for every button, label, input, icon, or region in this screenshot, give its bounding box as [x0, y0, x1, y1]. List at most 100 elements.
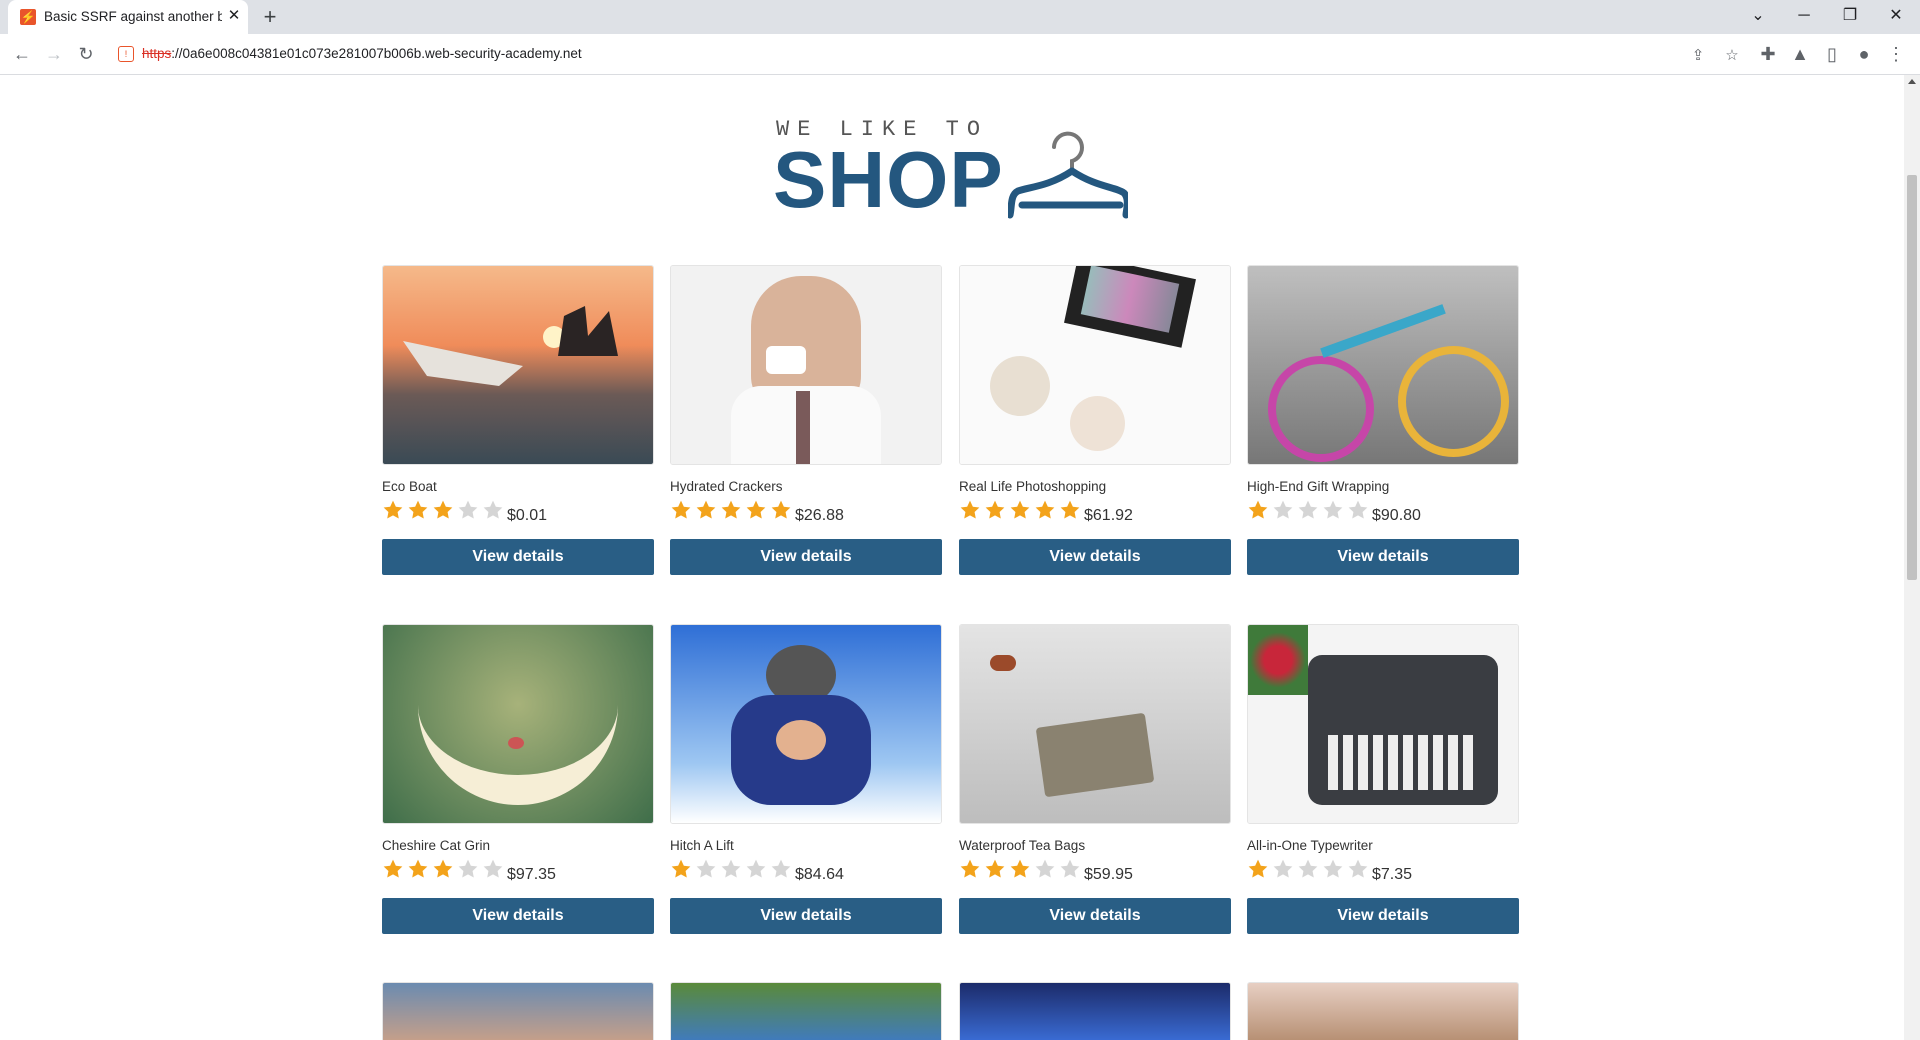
star-filled-icon [984, 858, 1006, 880]
profile-avatar-icon[interactable]: ● [1852, 42, 1876, 66]
reload-icon[interactable]: ↻ [74, 42, 98, 66]
product-name: Real Life Photoshopping [959, 479, 1107, 494]
star-empty-icon [745, 858, 767, 880]
scroll-up-arrow-icon[interactable] [1908, 79, 1916, 84]
view-details-button[interactable]: View details [1247, 898, 1519, 934]
share-icon[interactable]: ⇪ [1688, 46, 1708, 66]
product-name: Eco Boat [382, 479, 437, 494]
forward-icon[interactable]: → [42, 42, 66, 66]
product-image[interactable] [670, 982, 942, 1040]
product-image[interactable] [959, 265, 1231, 465]
scrollbar-thumb[interactable] [1907, 175, 1917, 580]
star-filled-icon [432, 499, 454, 521]
tab-strip: ⚡ Basic SSRF against another back-end sy… [0, 0, 1920, 34]
close-window-button[interactable]: ✕ [1876, 4, 1916, 28]
star-filled-icon [407, 499, 429, 521]
star-filled-icon [1247, 499, 1269, 521]
browser-tab[interactable]: ⚡ Basic SSRF against another back-end sy… [8, 0, 248, 34]
close-tab-icon[interactable]: ✕ [226, 8, 242, 24]
star-filled-icon [1034, 499, 1056, 521]
product-image[interactable] [382, 265, 654, 465]
view-details-button[interactable]: View details [959, 539, 1231, 575]
address-bar[interactable]: ! https://0a6e008c04381e01c073e281007b00… [108, 38, 1778, 70]
product-image[interactable] [670, 265, 942, 465]
product-image[interactable] [382, 624, 654, 824]
product-row-partial [382, 982, 1522, 1040]
product-image[interactable] [959, 982, 1231, 1040]
star-filled-icon [382, 499, 404, 521]
view-details-button[interactable]: View details [670, 539, 942, 575]
product-image[interactable] [959, 624, 1231, 824]
star-empty-icon [1322, 499, 1344, 521]
tab-search-icon[interactable]: ⌄ [1738, 4, 1778, 28]
star-empty-icon [1272, 858, 1294, 880]
star-empty-icon [1322, 858, 1344, 880]
product-image[interactable] [1247, 624, 1519, 824]
page-scrollbar[interactable] [1904, 75, 1920, 1040]
view-details-button[interactable]: View details [959, 898, 1231, 934]
star-filled-icon [984, 499, 1006, 521]
product-name: All-in-One Typewriter [1247, 838, 1373, 853]
star-filled-icon [407, 858, 429, 880]
shop-logo[interactable]: WE LIKE TO SHOP [773, 117, 1136, 224]
star-empty-icon [695, 858, 717, 880]
product-image[interactable] [382, 982, 654, 1040]
star-empty-icon [1272, 499, 1294, 521]
product-price: $26.88 [795, 507, 844, 524]
restore-button[interactable]: ❐ [1830, 4, 1870, 28]
view-details-button[interactable]: View details [670, 898, 942, 934]
star-empty-icon [1297, 858, 1319, 880]
extensions-icon[interactable]: ✚ [1756, 42, 1780, 66]
logo-wordmark: SHOP [773, 135, 1004, 224]
product-name: Hydrated Crackers [670, 479, 783, 494]
product-price: $0.01 [507, 507, 548, 524]
not-secure-icon[interactable]: ! [118, 46, 134, 62]
product-price: $84.64 [795, 866, 844, 883]
new-tab-button[interactable]: + [258, 6, 282, 28]
browser-toolbar: ← → ↻ ! https://0a6e008c04381e01c073e281… [0, 34, 1920, 75]
star-empty-icon [482, 858, 504, 880]
url-text[interactable]: https://0a6e008c04381e01c073e281007b006b… [142, 46, 582, 61]
star-filled-icon [1009, 499, 1031, 521]
star-filled-icon [745, 499, 767, 521]
product-name: Cheshire Cat Grin [382, 838, 491, 853]
product-name: High-End Gift Wrapping [1247, 479, 1390, 494]
bookmark-star-icon[interactable]: ☆ [1722, 46, 1742, 66]
star-empty-icon [1347, 858, 1369, 880]
star-empty-icon [457, 499, 479, 521]
lab-favicon-icon: ⚡ [20, 9, 36, 25]
product-name: Waterproof Tea Bags [959, 838, 1086, 853]
star-filled-icon [959, 499, 981, 521]
star-filled-icon [1059, 499, 1081, 521]
view-details-button[interactable]: View details [1247, 539, 1519, 575]
product-image[interactable] [1247, 265, 1519, 465]
star-empty-icon [1059, 858, 1081, 880]
star-empty-icon [720, 858, 742, 880]
side-panel-icon[interactable]: ▯ [1820, 42, 1844, 66]
product-image[interactable] [1247, 982, 1519, 1040]
minimize-button[interactable]: ─ [1784, 4, 1824, 28]
star-filled-icon [1247, 858, 1269, 880]
star-filled-icon [670, 499, 692, 521]
view-details-button[interactable]: View details [382, 898, 654, 934]
product-price: $61.92 [1084, 507, 1133, 524]
lab-extension-icon[interactable]: ▲ [1788, 42, 1812, 66]
product-name: Hitch A Lift [670, 838, 734, 853]
star-filled-icon [1009, 858, 1031, 880]
star-filled-icon [695, 499, 717, 521]
product-image[interactable] [670, 624, 942, 824]
view-details-button[interactable]: View details [382, 539, 654, 575]
product-price: $59.95 [1084, 866, 1133, 883]
star-filled-icon [959, 858, 981, 880]
tab-title: Basic SSRF against another back-end syst… [44, 9, 222, 24]
star-empty-icon [482, 499, 504, 521]
back-icon[interactable]: ← [10, 42, 34, 66]
product-price: $7.35 [1372, 866, 1413, 883]
star-filled-icon [432, 858, 454, 880]
star-empty-icon [1347, 499, 1369, 521]
star-filled-icon [670, 858, 692, 880]
star-empty-icon [1297, 499, 1319, 521]
star-filled-icon [770, 499, 792, 521]
hanger-icon [1008, 131, 1128, 219]
menu-kebab-icon[interactable]: ⋮ [1884, 42, 1908, 66]
